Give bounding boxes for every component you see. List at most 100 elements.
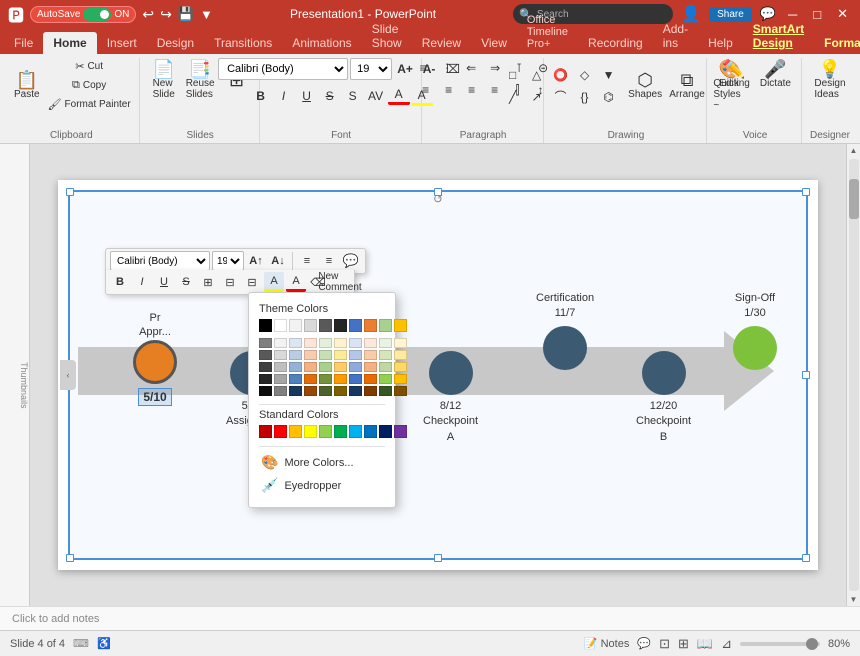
shade-2-8[interactable]	[364, 350, 377, 360]
tab-slideshow[interactable]: Slide Show	[362, 18, 412, 54]
shape-5[interactable]: ╱	[502, 87, 524, 107]
swatch-gray3[interactable]	[319, 319, 332, 332]
swatch-gray1[interactable]	[289, 319, 302, 332]
shade-4-4[interactable]	[304, 374, 317, 384]
shade-3-5[interactable]	[319, 362, 332, 372]
dictate-button[interactable]: 🎤 Dictate	[756, 58, 795, 91]
swatch-yellow[interactable]	[394, 319, 407, 332]
mini-italic[interactable]: I	[132, 272, 152, 292]
align-center-button[interactable]: ≡	[438, 80, 460, 100]
shade-1-4[interactable]	[304, 338, 317, 348]
tab-format[interactable]: Format	[814, 32, 860, 54]
shade-3-7[interactable]	[349, 362, 362, 372]
mini-align-center[interactable]: ≡	[319, 251, 339, 271]
copy-button[interactable]: ⧉ Copy	[46, 77, 133, 94]
tab-recording[interactable]: Recording	[578, 32, 653, 54]
shadow-button[interactable]: S	[342, 86, 364, 106]
shade-5-8[interactable]	[364, 386, 377, 396]
redo-icon[interactable]: ↪	[160, 6, 172, 23]
std-4[interactable]	[304, 425, 317, 438]
mini-align4[interactable]: ⊟	[242, 272, 262, 292]
autosave-badge[interactable]: AutoSave ON	[30, 6, 136, 23]
shape-8[interactable]: {}	[574, 87, 596, 107]
design-ideas-button[interactable]: 💡 DesignIdeas	[810, 58, 849, 102]
scroll-down-btn[interactable]: ▼	[848, 593, 860, 606]
shade-2-5[interactable]	[319, 350, 332, 360]
shade-3-3[interactable]	[289, 362, 302, 372]
tab-insert[interactable]: Insert	[97, 32, 147, 54]
shapes-button[interactable]: ⬡ Shapes	[626, 69, 665, 102]
std-3[interactable]	[289, 425, 302, 438]
swatch-blue[interactable]	[349, 319, 362, 332]
shade-2-4[interactable]	[304, 350, 317, 360]
shade-5-10[interactable]	[394, 386, 407, 396]
shade-1-2[interactable]	[274, 338, 287, 348]
shade-4-2[interactable]	[274, 374, 287, 384]
shape-6[interactable]: ↗	[526, 87, 548, 107]
shade-5-3[interactable]	[289, 386, 302, 396]
italic-button[interactable]: I	[273, 86, 295, 106]
font-family-select[interactable]: Calibri (Body)	[218, 58, 348, 80]
std-7[interactable]	[349, 425, 362, 438]
mini-bold[interactable]: B	[110, 272, 130, 292]
shade-4-8[interactable]	[364, 374, 377, 384]
undo-icon[interactable]: ↩	[142, 6, 154, 23]
shade-3-6[interactable]	[334, 362, 347, 372]
notes-btn[interactable]: 📝 Notes	[584, 637, 629, 650]
mini-highlight[interactable]: A	[264, 272, 284, 292]
std-6[interactable]	[334, 425, 347, 438]
close-btn[interactable]: ✕	[833, 6, 852, 22]
tab-help[interactable]: Help	[698, 32, 743, 54]
right-scrollbar[interactable]: ▲ ▼	[846, 144, 860, 606]
tab-addins[interactable]: Add-ins	[653, 18, 698, 54]
shade-2-7[interactable]	[349, 350, 362, 360]
paste-button[interactable]: 📋 Paste	[10, 69, 44, 102]
shade-5-4[interactable]	[304, 386, 317, 396]
shade-3-9[interactable]	[379, 362, 392, 372]
save-icon[interactable]: 💾	[178, 6, 194, 22]
swatch-gray4[interactable]	[334, 319, 347, 332]
swatch-green[interactable]	[379, 319, 392, 332]
shade-5-1[interactable]	[259, 386, 272, 396]
shade-5-7[interactable]	[349, 386, 362, 396]
std-1[interactable]	[259, 425, 272, 438]
normal-view-btn[interactable]: ⊡	[659, 636, 670, 652]
std-8[interactable]	[364, 425, 377, 438]
notes-bar[interactable]: Click to add notes	[0, 606, 860, 630]
shade-2-10[interactable]	[394, 350, 407, 360]
handle-tr[interactable]	[802, 188, 810, 196]
eyedropper-option[interactable]: 💉 Eyedropper	[259, 474, 385, 497]
shade-1-6[interactable]	[334, 338, 347, 348]
std-10[interactable]	[394, 425, 407, 438]
tab-home[interactable]: Home	[43, 32, 96, 54]
mini-new-comment[interactable]: NewComment	[330, 272, 350, 292]
more-colors-option[interactable]: 🎨 More Colors...	[259, 451, 385, 474]
shade-3-10[interactable]	[394, 362, 407, 372]
underline-button[interactable]: U	[296, 86, 318, 106]
swatch-orange[interactable]	[364, 319, 377, 332]
shade-5-6[interactable]	[334, 386, 347, 396]
arrange-button[interactable]: ⧉ Arrange	[667, 69, 708, 102]
bold-button[interactable]: B	[250, 86, 272, 106]
tab-design[interactable]: Design	[147, 32, 204, 54]
comments-btn[interactable]: 💬	[637, 637, 651, 650]
new-slide-button[interactable]: 📄 NewSlide	[148, 58, 180, 102]
shade-3-8[interactable]	[364, 362, 377, 372]
shape-1[interactable]: □	[502, 65, 524, 85]
align-right-button[interactable]: ≡	[461, 80, 483, 100]
shade-2-2[interactable]	[274, 350, 287, 360]
shade-4-7[interactable]	[349, 374, 362, 384]
bullets-button[interactable]: ≡	[412, 58, 434, 78]
mini-underline[interactable]: U	[154, 272, 174, 292]
mini-comment[interactable]: 💬	[341, 251, 361, 271]
mini-size-select[interactable]: 19	[212, 251, 244, 271]
main-slide-area[interactable]: ‹ ↺	[30, 144, 846, 606]
shade-3-2[interactable]	[274, 362, 287, 372]
tab-animations[interactable]: Animations	[282, 32, 361, 54]
std-9[interactable]	[379, 425, 392, 438]
slide-sorter-btn[interactable]: ⊞	[678, 636, 689, 652]
align-left-button[interactable]: ≡	[415, 80, 437, 100]
handle-tm[interactable]	[434, 188, 442, 196]
handle-bm[interactable]	[434, 554, 442, 562]
shape-2[interactable]: △	[526, 65, 548, 85]
